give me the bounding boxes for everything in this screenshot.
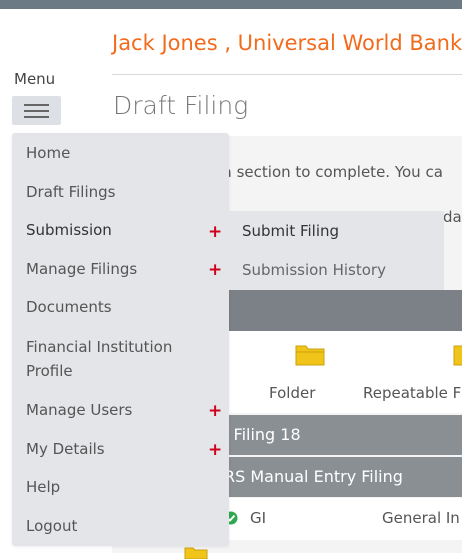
user-bank-header: Jack Jones , Universal World Bank [112,31,462,55]
top-bar [0,0,462,9]
row-description: General In [382,509,460,527]
menu-label: Menu [14,70,56,88]
menu-item-label-line: Financial Institution [26,338,173,356]
menu-toggle-button[interactable] [12,96,61,125]
expand-plus-icon[interactable]: + [208,222,222,242]
header-divider [112,74,462,75]
menu-item-label-line: Profile [26,362,73,380]
expand-plus-icon[interactable]: + [208,401,222,421]
folder-icon[interactable] [453,342,462,366]
filing-row[interactable]: RS Manual Entry Filing [222,457,462,497]
tile-label-repeatable[interactable]: Repeatable F [363,384,461,402]
tile-label-folder[interactable]: Folder [269,384,315,402]
folder-icon[interactable] [295,342,325,366]
menu-item-submission[interactable]: Submission [26,218,112,242]
menu-item-home[interactable]: Home [26,141,70,165]
expand-plus-icon[interactable]: + [208,260,222,280]
instruction-text-continued: da [443,208,462,226]
folder-icon [184,547,208,559]
menu-item-manage-users[interactable]: Manage Users [26,398,132,422]
menu-item-my-details[interactable]: My Details [26,437,105,461]
menu-item-manage-filings[interactable]: Manage Filings [26,257,137,281]
menu-item-help[interactable]: Help [26,475,60,499]
hamburger-icon [24,116,49,118]
hamburger-icon [24,110,49,112]
instruction-text: t a section to complete. You ca [212,163,443,181]
expand-plus-icon[interactable]: + [208,440,222,460]
filing-label: l Filing 18 [224,425,301,444]
menu-item-documents[interactable]: Documents [26,295,112,319]
menu-item-logout[interactable]: Logout [26,514,77,538]
page-title: Draft Filing [113,91,249,120]
section-header-band [222,290,462,331]
menu-item-financial-institution-profile[interactable]: Financial Institution Profile [26,335,172,383]
submenu-item-submit-filing[interactable]: Submit Filing [242,220,339,242]
filing-row[interactable]: l Filing 18 [222,415,462,455]
submenu-item-submission-history[interactable]: Submission History [242,259,386,281]
filing-label: RS Manual Entry Filing [224,467,403,486]
menu-item-draft-filings[interactable]: Draft Filings [26,180,115,204]
row-code: GI [250,509,267,527]
hamburger-icon [24,104,49,106]
